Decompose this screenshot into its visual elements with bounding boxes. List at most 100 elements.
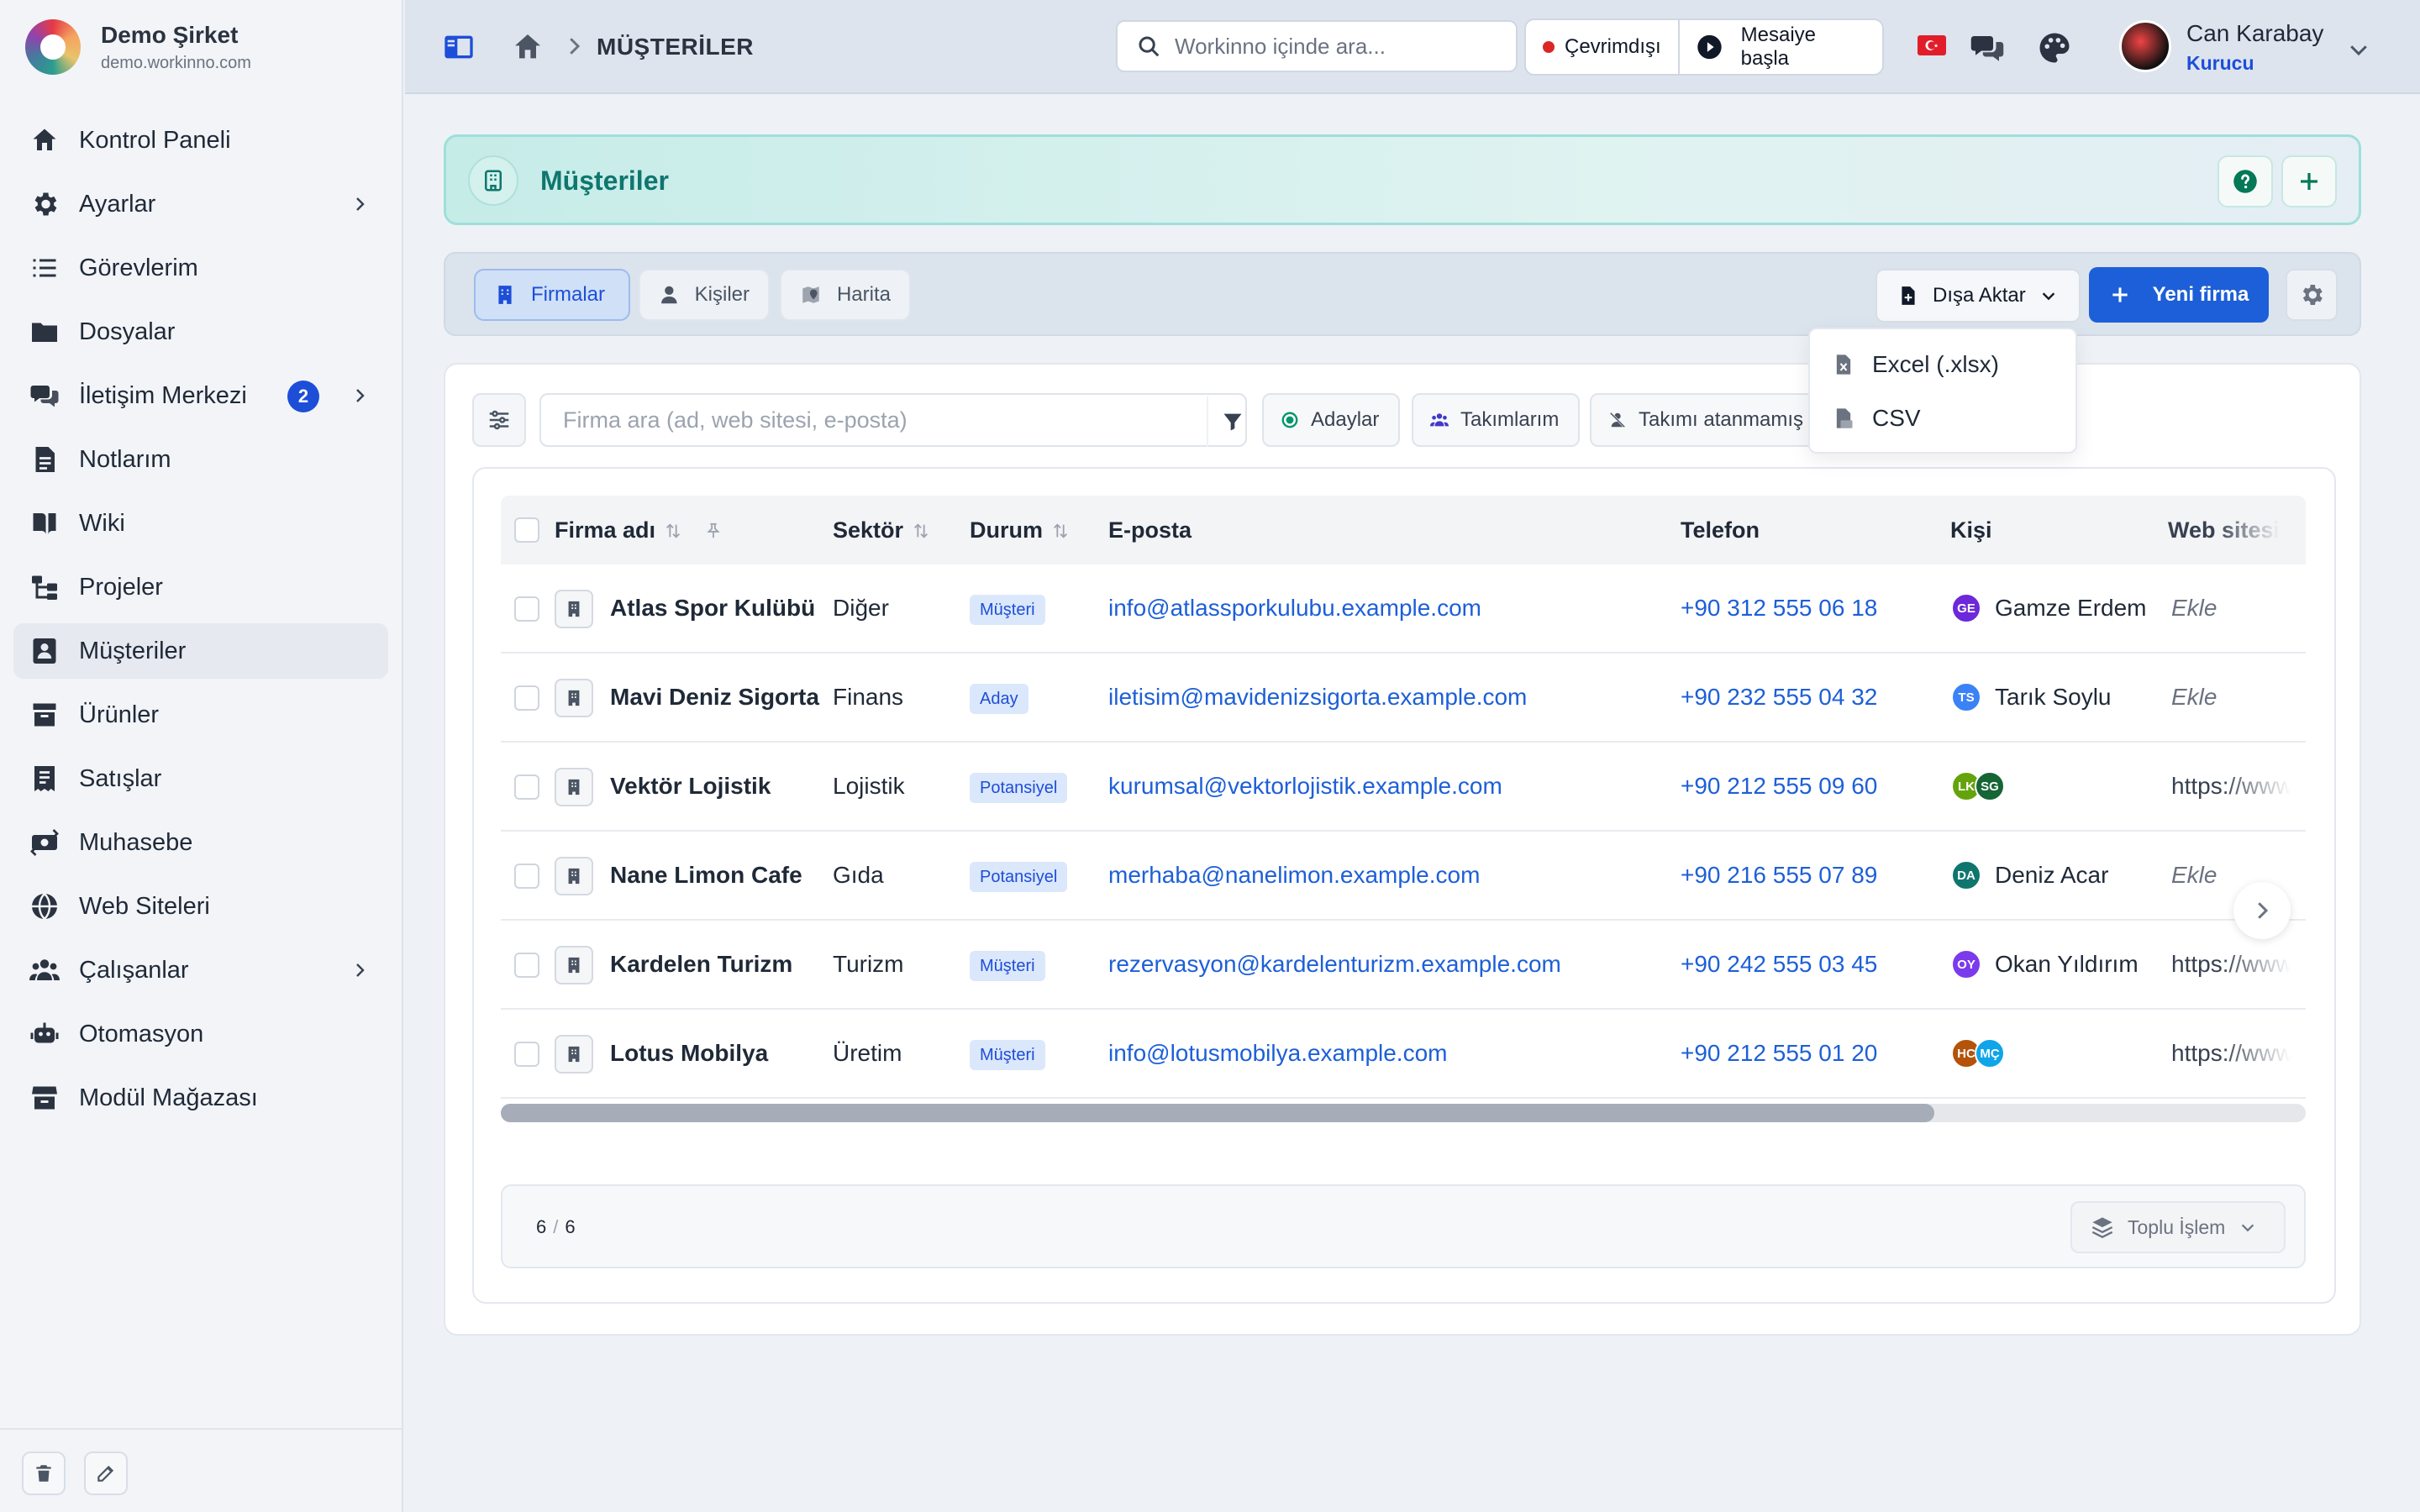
sidebar-item-projeler[interactable]: Projeler [13, 559, 388, 615]
table-row[interactable]: Mavi Deniz Sigorta Finans Aday iletisim@mav… [501, 654, 2306, 743]
settings-button[interactable] [2286, 269, 2338, 321]
language-flag-button[interactable] [1918, 35, 1946, 55]
sidebar-item-çalışanlar[interactable]: Çalışanlar [13, 942, 388, 998]
email-link[interactable]: info@lotusmobilya.example.com [1108, 1040, 1447, 1067]
scroll-right-button[interactable] [2233, 882, 2291, 939]
col-web-sitesi[interactable]: Web sitesi [2168, 517, 2286, 543]
col-eposta[interactable]: E-posta [1108, 517, 1192, 543]
sidebar-item-wiki[interactable]: Wiki [13, 496, 388, 551]
website-cell[interactable]: Ekle [2171, 595, 2297, 622]
website-cell[interactable]: https://www [2171, 951, 2297, 978]
company-name[interactable]: Nane Limon Cafe [610, 862, 802, 889]
email-link[interactable]: merhaba@nanelimon.example.com [1108, 862, 1480, 889]
sidebar-toggle-button[interactable] [442, 30, 476, 64]
tab-harita[interactable]: Harita [780, 269, 911, 321]
contact-avatar[interactable]: GE [1951, 593, 1981, 623]
col-sektor[interactable]: Sektör [833, 517, 930, 543]
website-cell[interactable]: Ekle [2171, 862, 2297, 889]
breadcrumb-home-link[interactable] [511, 30, 544, 64]
sidebar-item-otomasyon[interactable]: Otomasyon [13, 1006, 388, 1062]
contact-avatar[interactable]: TS [1951, 682, 1981, 712]
row-checkbox[interactable] [514, 685, 539, 711]
new-company-button[interactable]: Yeni firma [2089, 267, 2269, 323]
sidebar-item-görevlerim[interactable]: Görevlerim [13, 240, 388, 296]
row-checkbox[interactable] [514, 1042, 539, 1067]
user-name[interactable]: Can Karabay [2186, 20, 2323, 47]
website-cell[interactable]: https://www [2171, 1040, 2297, 1067]
tab-firmalar[interactable]: Firmalar [474, 269, 630, 321]
select-all-checkbox[interactable] [514, 517, 539, 543]
pin-icon[interactable] [704, 522, 723, 540]
sidebar-item-kontrol-paneli[interactable]: Kontrol Paneli [13, 113, 388, 168]
export-csv-option[interactable]: CSV [1810, 391, 2075, 445]
phone-link[interactable]: +90 242 555 03 45 [1681, 951, 1877, 978]
email-link[interactable]: info@atlassporkulubu.example.com [1108, 595, 1481, 622]
table-row[interactable]: Lotus Mobilya Üretim Müşteri info@lotusmobi… [501, 1010, 2306, 1099]
contact-avatar[interactable]: MÇ [1975, 1038, 2005, 1068]
col-telefon[interactable]: Telefon [1681, 517, 1760, 543]
table-row[interactable]: Nane Limon Cafe Gıda Potansiyel merhaba@nan… [501, 832, 2306, 921]
sidebar-item-modül-mağazası[interactable]: Modül Mağazası [13, 1070, 388, 1126]
col-kisi[interactable]: Kişi [1950, 517, 1992, 543]
sidebar-item-muhasebe[interactable]: Muhasebe [13, 815, 388, 870]
phone-link[interactable]: +90 232 555 04 32 [1681, 684, 1877, 711]
sidebar-item-web-siteleri[interactable]: Web Siteleri [13, 879, 388, 934]
table-row[interactable]: Kardelen Turizm Turizm Müşteri rezervasyon@… [501, 921, 2306, 1010]
sidebar-item-i̇letişim-merkezi[interactable]: İletişim Merkezi 2 [13, 368, 388, 423]
website-cell[interactable]: https://www [2171, 773, 2297, 800]
company-name[interactable]: Mavi Deniz Sigorta [610, 684, 819, 711]
company-name[interactable]: Atlas Spor Kulübü [610, 595, 815, 622]
tab-kisiler[interactable]: Kişiler [639, 269, 770, 321]
row-checkbox[interactable] [514, 774, 539, 800]
help-button[interactable] [2217, 155, 2273, 207]
filter-chip-takimlarim[interactable]: Takımlarım [1412, 393, 1580, 447]
company-name[interactable]: Kardelen Turizm [610, 951, 792, 978]
sidebar-item-dosyalar[interactable]: Dosyalar [13, 304, 388, 360]
col-firma-adi[interactable]: Firma adı [555, 517, 723, 543]
table-row[interactable]: Atlas Spor Kulübü Diğer Müşteri info@atlass… [501, 564, 2306, 654]
row-checkbox[interactable] [514, 864, 539, 889]
company-name[interactable]: Vektör Lojistik [610, 773, 771, 800]
email-link[interactable]: iletisim@mavidenizsigorta.example.com [1108, 684, 1527, 711]
user-avatar[interactable] [2119, 20, 2171, 72]
contact-name[interactable]: Okan Yıldırım [1995, 951, 2139, 978]
phone-link[interactable]: +90 312 555 06 18 [1681, 595, 1877, 622]
horizontal-scrollbar[interactable] [501, 1104, 2306, 1122]
theme-button[interactable] [2037, 30, 2072, 66]
email-link[interactable]: kurumsal@vektorlojistik.example.com [1108, 773, 1502, 800]
phone-link[interactable]: +90 216 555 07 89 [1681, 862, 1877, 889]
export-excel-option[interactable]: Excel (.xlsx) [1810, 338, 2075, 391]
contact-name[interactable]: Tarık Soylu [1995, 684, 2112, 711]
contact-avatar[interactable]: OY [1951, 949, 1981, 979]
bulk-action-button[interactable]: Toplu İşlem [2070, 1201, 2286, 1253]
export-button[interactable]: Dışa Aktar [1876, 269, 2081, 323]
sidebar-item-müşteriler[interactable]: Müşteriler [13, 623, 388, 679]
table-row[interactable]: Vektör Lojistik Lojistik Potansiyel kurumsa… [501, 743, 2306, 832]
messages-button[interactable] [1970, 30, 2005, 66]
sidebar-item-satışlar[interactable]: Satışlar [13, 751, 388, 806]
contact-name[interactable]: Deniz Acar [1995, 862, 2108, 889]
website-cell[interactable]: Ekle [2171, 684, 2297, 711]
trash-button[interactable] [22, 1452, 66, 1495]
user-menu-chevron-icon[interactable] [2346, 37, 2371, 62]
add-button[interactable] [2281, 155, 2337, 207]
row-checkbox[interactable] [514, 596, 539, 622]
filter-settings-button[interactable] [472, 393, 526, 447]
brand[interactable]: Demo Şirket demo.workinno.com [25, 17, 251, 77]
scrollbar-thumb[interactable] [501, 1104, 1934, 1122]
filter-button[interactable] [1207, 396, 1257, 447]
presence-status-button[interactable]: Çevrimdışı [1526, 20, 1678, 74]
email-link[interactable]: rezervasyon@kardelenturizm.example.com [1108, 951, 1561, 978]
phone-link[interactable]: +90 212 555 09 60 [1681, 773, 1877, 800]
filter-chip-unassigned[interactable]: Takımı atanmamış [1590, 393, 1825, 447]
edit-button[interactable] [84, 1452, 128, 1495]
phone-link[interactable]: +90 212 555 01 20 [1681, 1040, 1877, 1067]
row-checkbox[interactable] [514, 953, 539, 978]
company-search-input[interactable]: Firma ara (ad, web sitesi, e-posta) [539, 393, 1247, 447]
global-search-input[interactable]: Workinno içinde ara... [1116, 20, 1518, 72]
sidebar-item-ürünler[interactable]: Ürünler [13, 687, 388, 743]
sidebar-item-notlarım[interactable]: Notlarım [13, 432, 388, 487]
contact-name[interactable]: Gamze Erdem [1995, 595, 2147, 622]
start-shift-button[interactable]: Mesaiye başla [1677, 20, 1882, 74]
sidebar-item-ayarlar[interactable]: Ayarlar [13, 176, 388, 232]
